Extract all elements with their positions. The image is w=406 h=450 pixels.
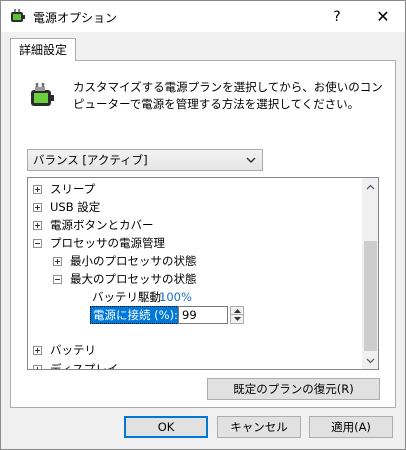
tree-item-label: スリープ xyxy=(50,182,96,196)
scroll-up-arrow[interactable] xyxy=(362,178,378,195)
tree-item-power-buttons[interactable]: 電源ボタンとカバー xyxy=(28,216,358,234)
tree-item-label: ディスプレイ xyxy=(50,362,119,370)
battery-setting-value[interactable]: 100% xyxy=(159,288,192,306)
tree-scrollbar[interactable] xyxy=(362,178,378,369)
restore-default-plan-button[interactable]: 既定のプランの復元(R) xyxy=(207,378,380,400)
collapse-icon[interactable] xyxy=(33,239,42,248)
tree-item-min-processor[interactable]: 最小のプロセッサの状態 xyxy=(28,252,358,270)
power-plan-select[interactable]: バランス [アクティブ] xyxy=(27,149,263,171)
chevron-down-icon xyxy=(233,317,241,321)
tree-item-usb[interactable]: USB 設定 xyxy=(28,198,358,216)
expand-icon[interactable] xyxy=(33,346,42,355)
chevron-up-icon xyxy=(233,308,241,313)
tree-item-label: バッテリ xyxy=(50,343,96,357)
tree-item-battery[interactable]: バッテリ xyxy=(28,341,328,359)
apply-button[interactable]: 適用(A) xyxy=(309,416,393,438)
expand-icon[interactable] xyxy=(53,257,62,266)
close-button[interactable]: ✕ xyxy=(360,1,406,32)
settings-panel: カスタマイズする電源プランを選択してから、お使いのコンピューターで電源を管理する… xyxy=(10,60,396,408)
tree-item-processor-power[interactable]: プロセッサの電源管理 xyxy=(28,234,358,252)
chevron-up-icon xyxy=(366,184,375,189)
tree-item-label: 最小のプロセッサの状態 xyxy=(70,254,197,268)
spin-up-button[interactable] xyxy=(231,307,243,315)
tab-advanced-settings[interactable]: 詳細設定 xyxy=(10,38,76,61)
description-text: カスタマイズする電源プランを選択してから、お使いのコンピューターで電源を管理する… xyxy=(73,80,383,111)
battery-plug-icon xyxy=(11,9,25,22)
expand-icon[interactable] xyxy=(33,365,42,369)
tree-item-label: 電源ボタンとカバー xyxy=(50,218,154,232)
plugged-percent-input[interactable]: 99 xyxy=(178,306,228,324)
cancel-button[interactable]: キャンセル xyxy=(217,416,301,438)
plugged-setting-label: 電源に接続 (%): xyxy=(90,306,181,324)
battery-setting-label: バッテリ駆動: xyxy=(92,290,165,304)
tree-item-max-processor[interactable]: 最大のプロセッサの状態 xyxy=(28,270,358,288)
help-button[interactable]: ? xyxy=(314,1,360,32)
battery-plug-icon xyxy=(31,83,54,106)
expand-icon[interactable] xyxy=(33,203,42,212)
scroll-thumb[interactable] xyxy=(364,241,377,351)
power-options-window: 電源オプション ? ✕ 詳細設定 カスタマイズする電源プランを選択してから、お使… xyxy=(0,0,406,450)
collapse-icon[interactable] xyxy=(53,275,62,284)
battery-setting-row[interactable]: バッテリ駆動: 100% xyxy=(28,288,358,306)
scroll-down-arrow[interactable] xyxy=(362,352,378,369)
expand-icon[interactable] xyxy=(33,221,42,230)
spin-down-button[interactable] xyxy=(231,315,243,323)
title-bar: 電源オプション ? ✕ xyxy=(1,1,405,32)
tree-item-sleep[interactable]: スリープ xyxy=(28,180,358,198)
expand-icon[interactable] xyxy=(33,185,42,194)
tree-item-display[interactable]: ディスプレイ xyxy=(28,360,358,370)
chevron-down-icon xyxy=(366,358,375,363)
ok-button[interactable]: OK xyxy=(124,416,208,438)
tree-item-label: USB 設定 xyxy=(50,200,101,214)
tree-item-label: プロセッサの電源管理 xyxy=(50,236,165,250)
tree-item-label: 最大のプロセッサの状態 xyxy=(70,272,197,286)
window-title: 電源オプション xyxy=(33,11,118,25)
plugged-percent-spinner[interactable] xyxy=(230,306,244,324)
chevron-down-icon xyxy=(246,157,256,163)
power-plan-select-value: バランス [アクティブ] xyxy=(33,153,148,167)
